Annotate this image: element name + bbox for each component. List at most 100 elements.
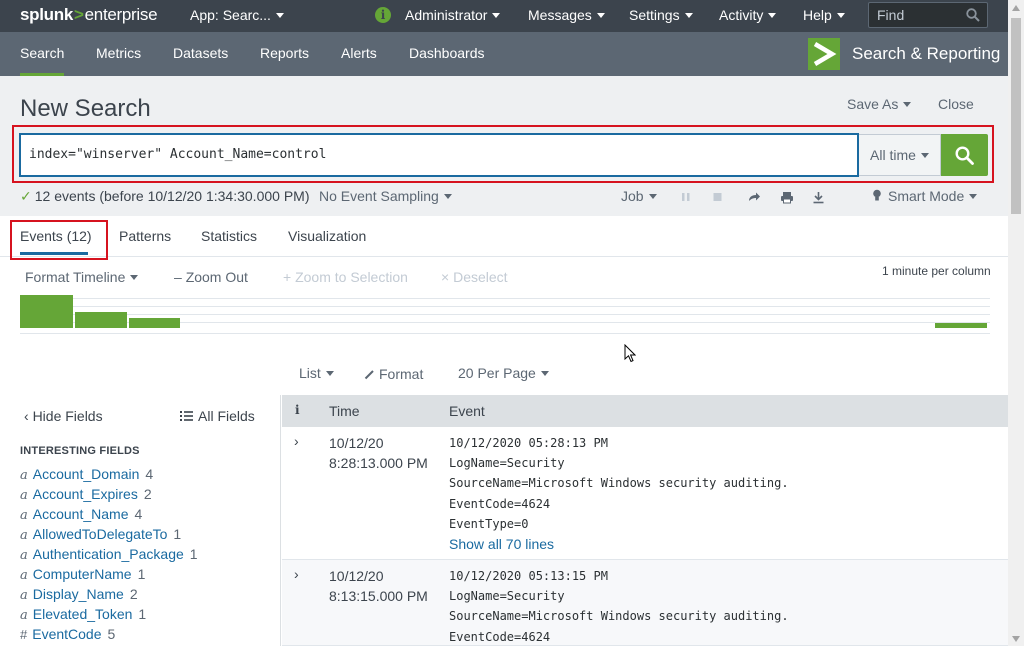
expand-icon[interactable]: ›	[294, 566, 299, 582]
tab-alerts[interactable]: Alerts	[341, 32, 377, 76]
event-raw: 10/12/2020 05:28:13 PM LogName=Security …	[449, 433, 789, 554]
format-button[interactable]: Format	[364, 366, 423, 382]
event-timestamp: 10/12/20 8:28:13.000 PM	[329, 435, 428, 471]
hide-fields-button[interactable]: ‹ Hide Fields	[24, 408, 103, 424]
field-item[interactable]: a ComputerName 1	[20, 566, 145, 583]
save-as-button[interactable]: Save As	[847, 96, 912, 112]
all-fields-button[interactable]: All Fields	[180, 408, 255, 424]
per-page-menu[interactable]: 20 Per Page	[458, 365, 549, 381]
search-icon	[966, 8, 980, 22]
splunk-logo[interactable]: splunk>enterprise	[20, 5, 158, 25]
search-status: ✓ 12 events (before 10/12/20 1:34:30.000 …	[20, 188, 310, 204]
chevron-down-icon	[596, 12, 605, 18]
tab-events[interactable]: Events (12)	[20, 228, 92, 244]
zoom-to-selection-button[interactable]: + Zoom to Selection	[283, 269, 408, 285]
events-table-header	[282, 395, 1008, 427]
chevron-down-icon	[903, 101, 912, 107]
list-view-menu[interactable]: List	[299, 365, 334, 381]
pause-icon[interactable]	[681, 191, 691, 203]
expand-icon[interactable]: ›	[294, 433, 299, 449]
scrollbar-thumb[interactable]	[1011, 18, 1021, 214]
search-mode-menu[interactable]: Smart Mode	[872, 188, 978, 204]
tab-dashboards[interactable]: Dashboards	[409, 32, 485, 76]
field-type-icon: a	[20, 608, 28, 623]
tab-metrics[interactable]: Metrics	[96, 32, 141, 76]
search-icon	[955, 146, 974, 165]
find-input[interactable]: Find	[868, 2, 988, 28]
event-column-header: Event	[449, 403, 485, 419]
info-column-header: i	[295, 403, 300, 417]
bulb-icon	[873, 189, 881, 201]
export-icon[interactable]	[812, 191, 825, 204]
search-button[interactable]	[941, 134, 988, 176]
pencil-icon	[364, 370, 374, 380]
chevron-down-icon	[540, 370, 549, 376]
format-timeline-menu[interactable]: Format Timeline	[25, 269, 139, 285]
show-all-lines-link[interactable]: Show all 70 lines	[449, 534, 789, 554]
field-item[interactable]: a Authentication_Package 1	[20, 546, 198, 563]
job-menu[interactable]: Job	[621, 188, 657, 204]
close-button[interactable]: Close	[938, 96, 974, 112]
chevron-down-icon	[130, 274, 139, 280]
activity-menu[interactable]: Activity	[719, 0, 777, 32]
timeline-bar[interactable]	[129, 318, 180, 328]
chevron-down-icon	[492, 12, 501, 18]
scroll-down-icon[interactable]	[1012, 636, 1020, 642]
tabs-divider	[0, 256, 1008, 257]
messages-menu[interactable]: Messages	[528, 0, 605, 32]
tab-search[interactable]: Search	[20, 32, 65, 76]
field-item[interactable]: a Account_Name 4	[20, 506, 142, 523]
plus-icon: +	[283, 269, 292, 285]
app-menu[interactable]: App: Searc...	[190, 0, 284, 32]
chevron-left-icon: ‹	[24, 408, 29, 424]
chevron-down-icon	[684, 12, 693, 18]
tab-visualization[interactable]: Visualization	[288, 228, 366, 244]
timeline-bar[interactable]	[20, 295, 73, 328]
chevron-down-icon	[325, 370, 334, 376]
tab-datasets[interactable]: Datasets	[173, 32, 228, 76]
time-range-picker[interactable]: All time	[859, 134, 941, 176]
scroll-up-icon[interactable]	[1012, 5, 1020, 11]
info-icon: i	[375, 7, 391, 23]
chevron-down-icon	[920, 152, 929, 158]
app-logo-icon	[808, 38, 840, 70]
tab-reports[interactable]: Reports	[260, 32, 309, 76]
global-header: splunk>enterprise App: Searc... i Adminis…	[0, 0, 1008, 32]
field-item[interactable]: a AllowedToDelegateTo 1	[20, 526, 181, 543]
search-query-input[interactable]: index="winserver" Account_Name=control	[19, 133, 859, 177]
tab-statistics[interactable]: Statistics	[201, 228, 257, 244]
app-name: Search & Reporting	[852, 44, 1001, 63]
field-type-icon: a	[20, 528, 28, 543]
zoom-out-button[interactable]: – Zoom Out	[174, 269, 248, 285]
admin-menu[interactable]: i Administrator	[375, 0, 501, 32]
field-item[interactable]: # EventCode 5	[20, 626, 115, 642]
field-item[interactable]: a Elevated_Token 1	[20, 606, 146, 623]
help-menu[interactable]: Help	[803, 0, 845, 32]
minus-icon: –	[174, 269, 182, 285]
print-icon[interactable]	[780, 191, 794, 204]
deselect-button[interactable]: × Deselect	[441, 269, 508, 285]
chevron-down-icon	[648, 193, 657, 199]
event-timeline-chart[interactable]	[20, 295, 990, 334]
stop-icon[interactable]	[712, 191, 724, 203]
event-raw: 10/12/2020 05:13:15 PM LogName=Security …	[449, 569, 789, 644]
settings-menu[interactable]: Settings	[629, 0, 693, 32]
share-icon[interactable]	[747, 191, 761, 203]
field-item[interactable]: a Account_Expires 2	[20, 486, 152, 503]
chevron-down-icon	[443, 193, 452, 199]
field-item[interactable]: a Account_Domain 4	[20, 466, 153, 483]
field-type-icon: a	[20, 508, 28, 523]
event-timestamp: 10/12/20 8:13:15.000 PM	[329, 568, 428, 604]
close-icon: ×	[441, 269, 450, 285]
time-column-header[interactable]: Time	[329, 403, 360, 419]
field-item[interactable]: a Display_Name 2	[20, 586, 138, 603]
chevron-down-icon	[275, 12, 284, 18]
event-sampling-menu[interactable]: No Event Sampling	[319, 188, 452, 204]
table-row: › 10/12/20 8:28:13.000 PM 10/12/2020 05:2…	[282, 427, 1008, 560]
chevron-down-icon	[969, 193, 978, 199]
check-icon: ✓	[20, 188, 32, 204]
timeline-bar[interactable]	[935, 323, 987, 328]
tab-patterns[interactable]: Patterns	[119, 228, 171, 244]
field-type-icon: a	[20, 488, 28, 503]
timeline-bar[interactable]	[75, 312, 127, 328]
